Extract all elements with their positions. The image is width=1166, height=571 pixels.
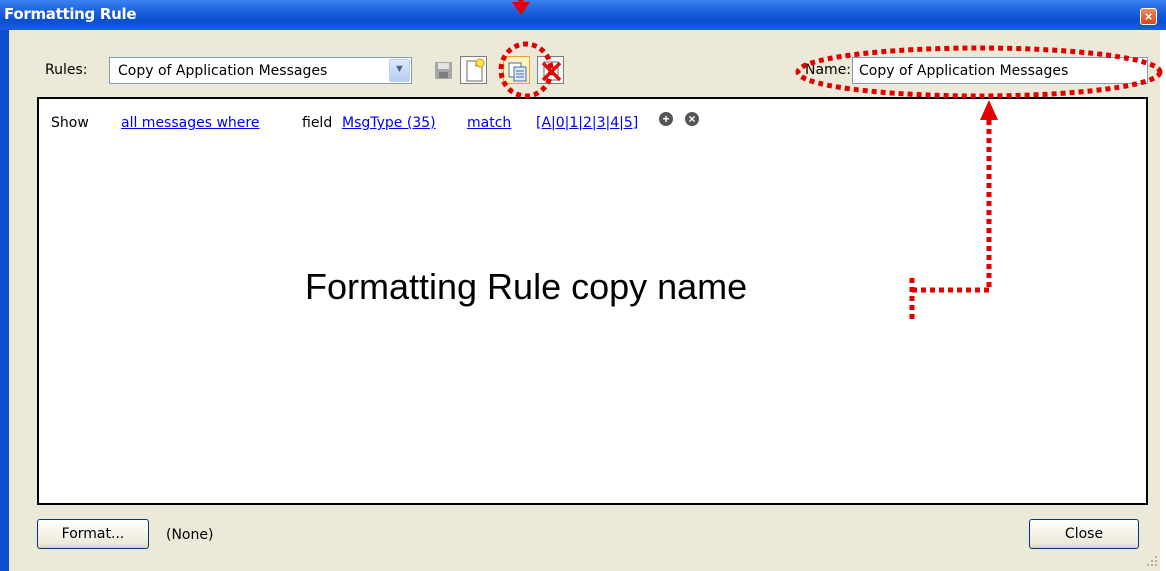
annotation-caption: Formatting Rule copy name — [305, 266, 748, 307]
save-icon — [435, 62, 452, 79]
title-bar[interactable]: Formatting Rule × — [0, 0, 1166, 30]
delete-rule-icon — [541, 61, 562, 82]
chevron-down-icon[interactable]: ▼ — [389, 59, 410, 82]
add-condition-icon[interactable]: + — [659, 112, 673, 126]
rule-show-text: Show — [51, 115, 89, 131]
format-button[interactable]: Format... — [37, 519, 149, 549]
remove-condition-icon[interactable]: × — [685, 112, 699, 126]
rule-field-text: field — [302, 115, 333, 131]
window-frame-right — [1160, 30, 1166, 571]
delete-rule-button[interactable] — [537, 56, 564, 84]
rules-dropdown[interactable]: Copy of Application Messages ▼ — [109, 57, 412, 84]
rules-label: Rules: — [45, 62, 88, 78]
window-frame-left — [0, 30, 9, 571]
rule-pattern-link[interactable]: [A|0|1|2|3|4|5] — [536, 115, 638, 131]
window-title: Formatting Rule — [4, 5, 137, 23]
rule-scope-link[interactable]: all messages where — [121, 115, 259, 131]
save-rule-button[interactable] — [430, 56, 457, 84]
copy-rule-icon — [508, 62, 527, 82]
close-button-label: Close — [1064, 526, 1104, 542]
resize-grip-icon[interactable] — [1146, 555, 1158, 567]
rule-field-link[interactable]: MsgType (35) — [342, 115, 436, 131]
close-window-icon[interactable]: × — [1140, 8, 1157, 25]
formatting-rule-dialog: Formatting Rule × Rules: Copy of Applica… — [0, 0, 1166, 571]
rule-operator-link[interactable]: match — [467, 115, 511, 131]
format-button-label: Format... — [61, 526, 125, 542]
new-rule-icon — [466, 58, 485, 82]
rules-dropdown-value: Copy of Application Messages — [118, 63, 328, 79]
copy-rule-button[interactable] — [503, 56, 530, 84]
close-button[interactable]: Close — [1029, 519, 1139, 549]
name-label: Name: — [805, 62, 852, 78]
new-rule-button[interactable] — [460, 56, 487, 84]
rule-name-field[interactable]: Copy of Application Messages — [852, 57, 1148, 84]
rule-name-value: Copy of Application Messages — [859, 63, 1069, 79]
format-value: (None) — [166, 527, 214, 543]
